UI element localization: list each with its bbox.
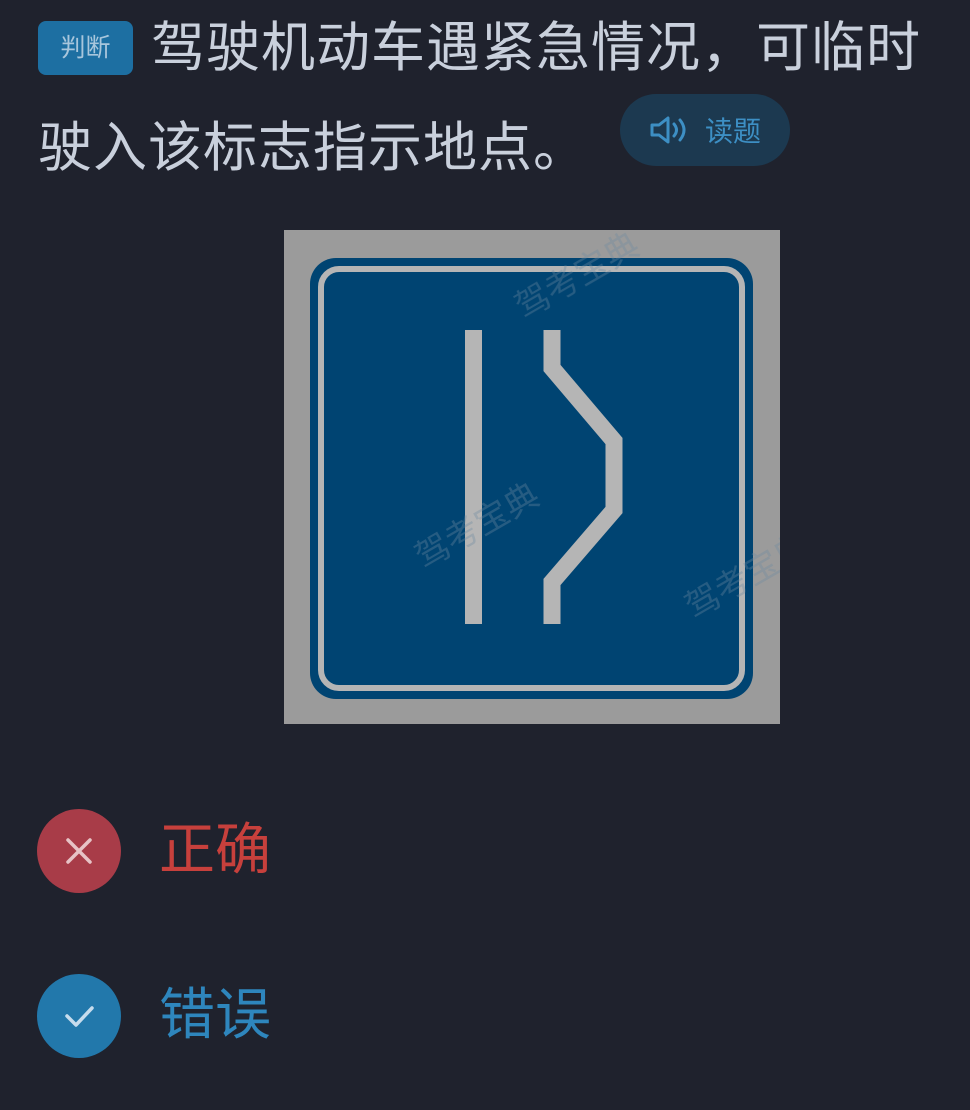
question-block: 判断 驾驶机动车遇紧急情况，可临时 驶入该标志指示地点。 [38, 10, 970, 210]
close-icon [66, 838, 92, 864]
read-question-button[interactable]: 读题 [620, 94, 790, 166]
option-correct-answer[interactable]: 正确 [37, 809, 271, 893]
option-label: 错误 [159, 983, 271, 1048]
emergency-lane-sign-icon: 驾考宝典 驾考宝典 驾考宝典 [284, 230, 780, 724]
read-question-label: 读题 [704, 115, 761, 148]
option-correct-marker [37, 974, 121, 1058]
speaker-icon [650, 116, 686, 144]
question-image: 驾考宝典 驾考宝典 驾考宝典 [284, 230, 780, 724]
check-icon [65, 1006, 94, 1027]
question-page: 判断 驾驶机动车遇紧急情况，可临时 驶入该标志指示地点。 读题 驾考宝典 驾考宝… [0, 0, 970, 1110]
question-text-line-2: 驶入该标志指示地点。 [38, 116, 588, 179]
option-wrong-marker [37, 809, 121, 893]
question-line-2: 驶入该标志指示地点。 [38, 110, 970, 210]
option-wrong-answer[interactable]: 错误 [37, 974, 271, 1058]
option-label: 正确 [159, 818, 271, 883]
question-line-1: 判断 驾驶机动车遇紧急情况，可临时 [38, 10, 970, 110]
question-text-line-1: 驾驶机动车遇紧急情况，可临时 [151, 16, 921, 79]
question-type-badge: 判断 [38, 21, 133, 75]
